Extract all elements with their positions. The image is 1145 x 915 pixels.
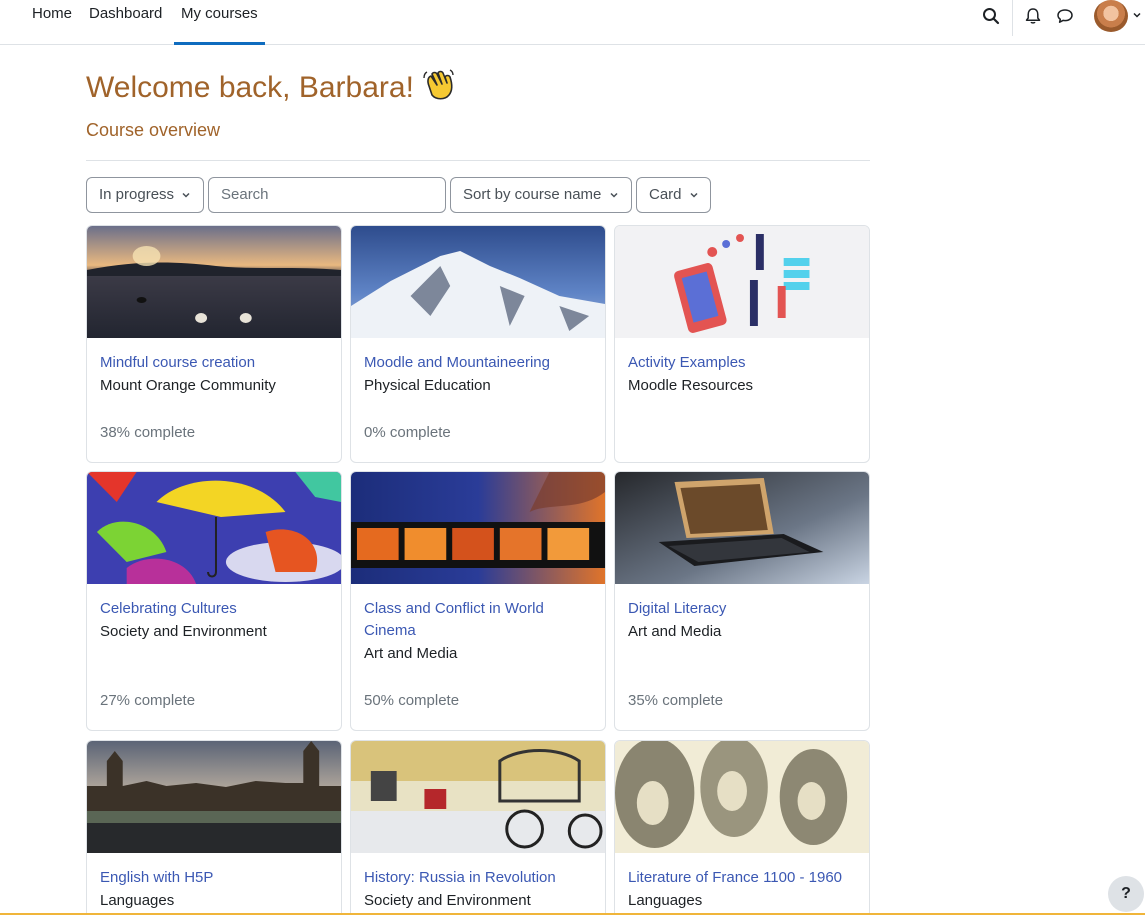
course-image[interactable] [87, 226, 341, 338]
search-placeholder: Search [221, 186, 269, 203]
course-overview-title: Course overview [86, 120, 221, 140]
course-name[interactable]: History: Russia in Revolution [364, 867, 592, 889]
course-image[interactable] [615, 472, 869, 584]
course-image[interactable] [351, 472, 605, 584]
chevron-down-icon [182, 192, 190, 198]
course-image[interactable] [351, 741, 605, 853]
bell-icon[interactable] [1023, 6, 1043, 26]
course-category: Society and Environment [364, 892, 531, 909]
course-name[interactable]: Mindful course creation [100, 352, 328, 374]
user-avatar[interactable] [1094, 0, 1128, 32]
course-card[interactable]: Class and Conflict in World Cinema Art a… [350, 471, 606, 731]
course-card[interactable]: Mindful course creation Mount Orange Com… [86, 225, 342, 463]
search-icon[interactable] [981, 6, 1001, 26]
course-name[interactable]: Moodle and Mountaineering [364, 352, 592, 374]
nav-dashboard[interactable]: Dashboard [89, 0, 162, 45]
top-navbar: Home Dashboard My courses [0, 0, 1145, 45]
course-card[interactable]: Moodle and Mountaineering Physical Educa… [350, 225, 606, 463]
course-name[interactable]: Literature of France 1100 - 1960 [628, 867, 856, 889]
course-card[interactable]: English with H5P Languages [86, 740, 342, 915]
sort-label: Sort by course name [463, 186, 602, 203]
course-progress: 50% complete [364, 692, 460, 709]
course-card[interactable]: Digital Literacy Art and Media 35% compl… [614, 471, 870, 731]
course-name[interactable]: English with H5P [100, 867, 328, 889]
course-progress: 0% complete [364, 424, 451, 441]
view-label: Card [649, 186, 682, 203]
course-progress: 38% complete [100, 424, 196, 441]
view-dropdown[interactable]: Card [636, 177, 711, 213]
grouping-dropdown[interactable]: In progress [86, 177, 204, 213]
section-divider [86, 160, 870, 161]
waving-hand-icon [423, 69, 454, 100]
course-card[interactable]: Literature of France 1100 - 1960 Languag… [614, 740, 870, 915]
course-progress: 27% complete [100, 692, 196, 709]
course-name[interactable]: Celebrating Cultures [100, 598, 328, 620]
course-category: Languages [100, 892, 175, 909]
welcome-text: Welcome back, Barbara! [86, 71, 414, 104]
search-input[interactable]: Search [208, 177, 446, 213]
course-category: Art and Media [628, 623, 722, 640]
course-progress: 35% complete [628, 692, 724, 709]
course-image[interactable] [615, 226, 869, 338]
nav-divider [1012, 0, 1013, 36]
sort-dropdown[interactable]: Sort by course name [450, 177, 632, 213]
course-name[interactable]: Activity Examples [628, 352, 856, 374]
chevron-down-icon [610, 192, 618, 198]
chat-icon[interactable] [1055, 6, 1075, 26]
course-name[interactable]: Class and Conflict in World Cinema [364, 598, 592, 642]
course-image[interactable] [615, 741, 869, 853]
course-category: Mount Orange Community [100, 377, 276, 394]
course-category: Moodle Resources [628, 377, 754, 394]
course-card[interactable]: History: Russia in Revolution Society an… [350, 740, 606, 915]
course-image[interactable] [87, 472, 341, 584]
chevron-down-icon[interactable] [1132, 10, 1142, 20]
course-category: Languages [628, 892, 703, 909]
course-category: Physical Education [364, 377, 491, 394]
course-card[interactable]: Activity Examples Moodle Resources [614, 225, 870, 463]
course-card[interactable]: Celebrating Cultures Society and Environ… [86, 471, 342, 731]
welcome-heading: Welcome back, Barbara! [86, 66, 456, 105]
nav-my-courses[interactable]: My courses [174, 0, 265, 45]
help-button[interactable]: ? [1108, 876, 1144, 912]
course-image[interactable] [351, 226, 605, 338]
course-image[interactable] [87, 741, 341, 853]
chevron-down-icon [690, 192, 698, 198]
grouping-label: In progress [99, 186, 175, 203]
course-category: Society and Environment [100, 623, 267, 640]
course-name[interactable]: Digital Literacy [628, 598, 856, 620]
nav-home[interactable]: Home [32, 0, 72, 45]
course-category: Art and Media [364, 645, 458, 662]
